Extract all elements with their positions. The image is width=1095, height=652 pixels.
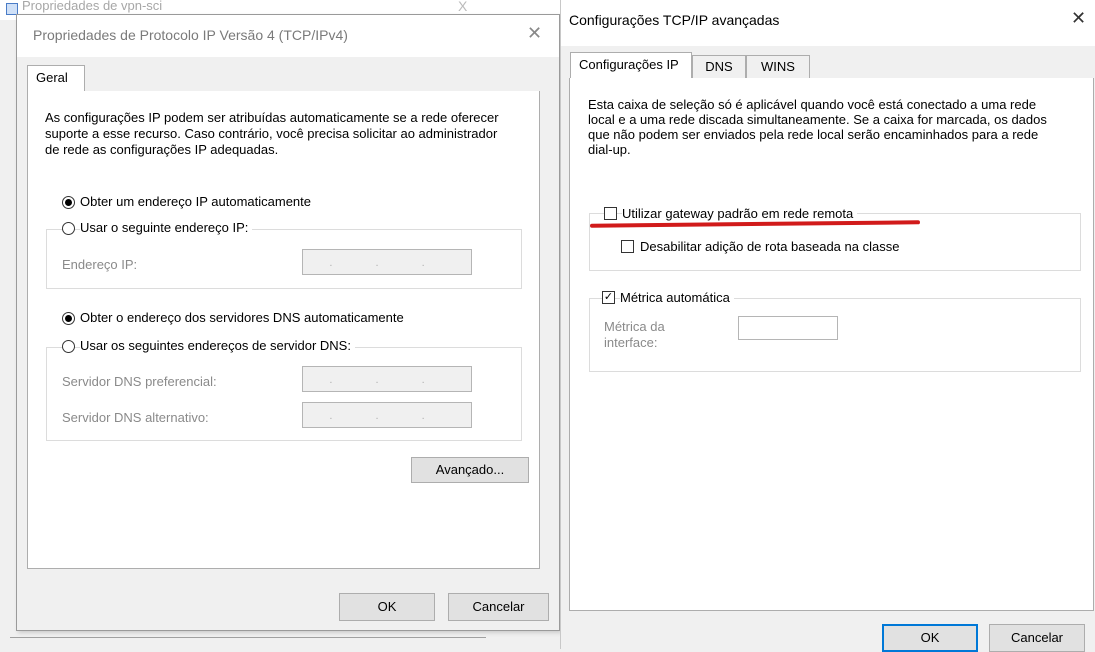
ipv4-properties-dialog: Propriedades de Protocolo IP Versão 4 (T… bbox=[16, 14, 560, 631]
ipv4-cancel-button[interactable]: Cancelar bbox=[448, 593, 549, 621]
advanced-button[interactable]: Avançado... bbox=[411, 457, 529, 483]
dns-auto-label[interactable]: Obter o endereço dos servidores DNS auto… bbox=[80, 310, 404, 325]
advanced-dialog-titlebar: Configurações TCP/IP avançadas ✕ bbox=[561, 0, 1095, 46]
dns-alternate-field[interactable]: . . . bbox=[302, 402, 472, 428]
dns-auto-radio[interactable] bbox=[62, 312, 75, 325]
dns-manual-label[interactable]: Usar os seguintes endereços de servidor … bbox=[80, 338, 355, 353]
ipv4-dialog-titlebar: Propriedades de Protocolo IP Versão 4 (T… bbox=[17, 15, 559, 57]
dns-preferred-label: Servidor DNS preferencial: bbox=[62, 374, 217, 389]
advanced-dialog-close-icon[interactable]: ✕ bbox=[1071, 8, 1086, 29]
background-window-edge bbox=[10, 637, 486, 638]
ip-auto-label[interactable]: Obter um endereço IP automaticamente bbox=[80, 194, 311, 209]
dns-alternate-label: Servidor DNS alternativo: bbox=[62, 410, 209, 425]
tab-wins[interactable]: WINS bbox=[746, 55, 810, 78]
advanced-ok-button[interactable]: OK bbox=[882, 624, 978, 652]
dns-preferred-field[interactable]: . . . bbox=[302, 366, 472, 392]
gateway-checkbox-label[interactable]: Utilizar gateway padrão em rede remota bbox=[622, 206, 858, 221]
dns-manual-radio[interactable] bbox=[62, 340, 75, 353]
background-window-close-icon[interactable]: X bbox=[458, 0, 467, 14]
auto-metric-checkbox[interactable]: ✓ bbox=[602, 291, 615, 304]
ipv4-general-panel: As configurações IP podem ser atribuídas… bbox=[27, 91, 540, 569]
ipv4-dialog-close-icon[interactable]: ✕ bbox=[527, 23, 542, 44]
ip-address-label: Endereço IP: bbox=[62, 257, 138, 272]
advanced-description: Esta caixa de seleção só é aplicável qua… bbox=[588, 97, 1047, 157]
tab-configuracoes-ip[interactable]: Configurações IP bbox=[570, 52, 692, 79]
ip-auto-radio[interactable] bbox=[62, 196, 75, 209]
interface-metric-field[interactable] bbox=[738, 316, 838, 340]
ipv4-ok-button[interactable]: OK bbox=[339, 593, 435, 621]
gateway-checkbox[interactable] bbox=[604, 207, 617, 220]
ip-address-field[interactable]: . . . bbox=[302, 249, 472, 275]
advanced-tcpip-dialog: Configurações TCP/IP avançadas ✕ Configu… bbox=[560, 0, 1095, 652]
ipv4-dialog-title: Propriedades de Protocolo IP Versão 4 (T… bbox=[33, 27, 348, 43]
auto-metric-label[interactable]: Métrica automática bbox=[620, 290, 734, 305]
class-route-checkbox-label[interactable]: Desabilitar adição de rota baseada na cl… bbox=[640, 239, 899, 254]
tab-geral[interactable]: Geral bbox=[27, 65, 85, 92]
ip-manual-label[interactable]: Usar o seguinte endereço IP: bbox=[80, 220, 253, 235]
advanced-dialog-title: Configurações TCP/IP avançadas bbox=[569, 12, 780, 28]
interface-metric-label: Métrica da interface: bbox=[604, 319, 665, 350]
ipv4-description: As configurações IP podem ser atribuídas… bbox=[45, 110, 499, 157]
tab-dns[interactable]: DNS bbox=[692, 55, 746, 78]
ip-manual-radio[interactable] bbox=[62, 222, 75, 235]
class-route-checkbox[interactable] bbox=[621, 240, 634, 253]
advanced-ip-panel: Esta caixa de seleção só é aplicável qua… bbox=[569, 78, 1094, 611]
advanced-cancel-button[interactable]: Cancelar bbox=[989, 624, 1085, 652]
background-window-title: Propriedades de vpn-sci bbox=[22, 0, 163, 13]
